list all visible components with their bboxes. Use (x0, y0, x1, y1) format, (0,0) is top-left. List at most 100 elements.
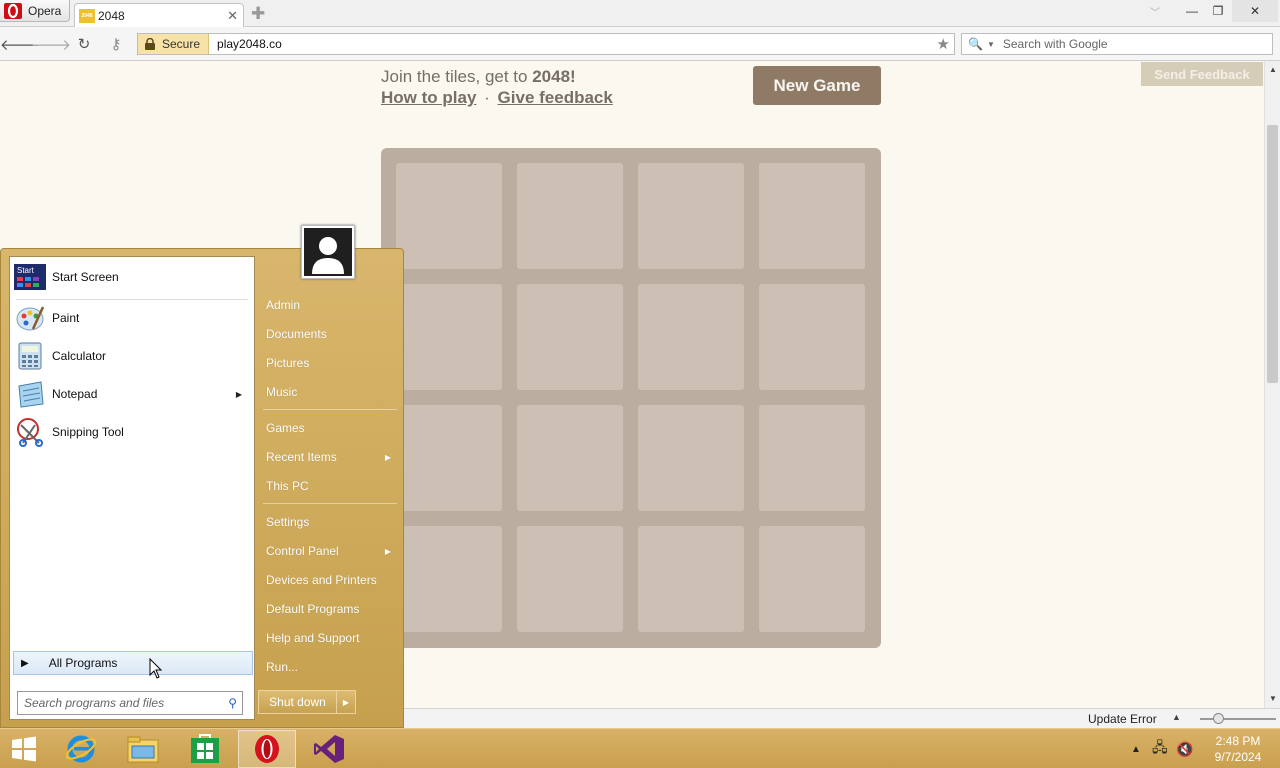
windows-start-button[interactable] (0, 730, 48, 768)
web-search-placeholder: Search with Google (1002, 37, 1108, 51)
start-item-documents[interactable]: Documents (259, 322, 399, 346)
pinned-notepad[interactable]: Notepad ▶ (14, 376, 250, 412)
opera-menu-button[interactable]: Opera (0, 0, 70, 22)
url-field[interactable]: Secure play2048.co ★ (137, 33, 955, 55)
new-game-button[interactable]: New Game (753, 66, 881, 105)
restore-icon[interactable]: ❐ (1206, 0, 1230, 22)
opera-menu-label: Opera (28, 3, 62, 18)
shutdown-button-group: Shut down ▶ (258, 690, 356, 714)
network-icon[interactable]: 🖧 (1152, 729, 1168, 768)
volume-muted-icon[interactable]: 🔇 (1176, 729, 1193, 768)
start-item-this-pc[interactable]: This PC (259, 474, 399, 498)
search-icon: 🔍 (968, 37, 983, 51)
back-arrow-icon[interactable]: 🡐 (0, 34, 40, 54)
start-search-input[interactable]: Search programs and files ⚲ (17, 691, 243, 715)
start-item-label: Default Programs (266, 602, 360, 616)
update-error-status[interactable]: Update Error (1088, 712, 1157, 726)
web-search-input[interactable]: 🔍 ▼ Search with Google (961, 33, 1273, 55)
search-icon[interactable]: ⚲ (228, 696, 237, 710)
taskbar-opera[interactable] (238, 730, 296, 768)
send-feedback-button[interactable]: Send Feedback (1141, 62, 1263, 86)
link-separator: · (484, 88, 490, 107)
grid-cell (517, 163, 623, 269)
grid-cell (759, 284, 865, 390)
all-programs-button[interactable]: ▶ All Programs (13, 651, 253, 675)
secure-badge[interactable]: Secure (138, 34, 210, 54)
start-item-settings[interactable]: Settings (259, 510, 399, 534)
start-screen-icon: Start (14, 261, 46, 293)
pinned-snipping-tool[interactable]: Snipping Tool (14, 414, 250, 450)
zoom-slider-knob[interactable] (1213, 713, 1224, 724)
forward-arrow-icon[interactable]: 🡒 (31, 34, 71, 54)
pinned-paint[interactable]: Paint (14, 300, 250, 336)
reload-icon[interactable]: ↻ (73, 34, 95, 54)
grid-cell (638, 163, 744, 269)
start-item-music[interactable]: Music (259, 380, 399, 404)
start-right-divider (263, 503, 397, 504)
start-item-default-programs[interactable]: Default Programs (259, 597, 399, 621)
browser-title-bar: Opera 2048 2048 ✕ ✚ ﹀ — ❐ ✕ (0, 0, 1280, 27)
submenu-arrow-icon: ▶ (384, 546, 391, 556)
pinned-start-screen[interactable]: Start Start Screen (14, 259, 250, 295)
grid-cell (759, 405, 865, 511)
start-item-label: Music (266, 385, 298, 399)
pinned-label: Paint (52, 311, 80, 325)
search-engine-dropdown-icon[interactable]: ▼ (987, 40, 995, 49)
taskbar-store[interactable] (176, 730, 234, 768)
grid-cell (638, 284, 744, 390)
start-item-label: Games (266, 421, 305, 435)
submenu-arrow-icon[interactable]: ▶ (236, 390, 242, 399)
scroll-up-icon[interactable]: ▲ (1265, 61, 1280, 77)
start-right-divider (263, 409, 397, 410)
store-icon (191, 734, 219, 763)
start-item-label: Recent Items (266, 450, 337, 464)
start-item-help-support[interactable]: Help and Support (259, 626, 399, 650)
start-item-label: Help and Support (266, 631, 360, 645)
grid-cell (396, 405, 502, 511)
taskbar-internet-explorer[interactable] (52, 730, 110, 768)
give-feedback-link[interactable]: Give feedback (498, 88, 613, 107)
scrollbar-thumb[interactable] (1267, 125, 1278, 383)
start-item-recent-items[interactable]: Recent Items ▶ (259, 445, 399, 469)
start-item-admin[interactable]: Admin (259, 293, 399, 317)
start-item-label: Pictures (266, 356, 310, 370)
new-tab-icon[interactable]: ✚ (251, 4, 265, 24)
start-item-label: Control Panel (266, 544, 339, 558)
start-item-label: Run... (266, 660, 299, 674)
minimize-icon[interactable]: — (1180, 0, 1204, 22)
file-explorer-icon (127, 736, 159, 763)
taskbar-clock[interactable]: 2:48 PM 9/7/2024 (1206, 733, 1270, 765)
start-item-control-panel[interactable]: Control Panel ▶ (259, 539, 399, 563)
opera-logo-icon (4, 2, 22, 19)
start-item-devices-printers[interactable]: Devices and Printers (259, 568, 399, 592)
shutdown-button[interactable]: Shut down (259, 691, 337, 713)
pinned-calculator[interactable]: Calculator (14, 338, 250, 374)
taskbar-visual-studio[interactable] (300, 730, 358, 768)
tab-list-chevron-icon[interactable]: ﹀ (1146, 0, 1164, 22)
how-to-play-link[interactable]: How to play (381, 88, 476, 107)
page-scrollbar[interactable]: ▲ ▼ (1264, 61, 1280, 708)
close-window-icon[interactable]: ✕ (1232, 0, 1278, 22)
bookmark-star-icon[interactable]: ★ (937, 35, 950, 53)
game-board[interactable] (381, 148, 881, 648)
zoom-slider[interactable] (1200, 718, 1276, 720)
taskbar-file-explorer[interactable] (114, 730, 172, 768)
zoom-caret-icon[interactable]: ▲ (1172, 712, 1181, 722)
tab-2048[interactable]: 2048 2048 ✕ (74, 3, 244, 27)
start-item-games[interactable]: Games (259, 416, 399, 440)
tab-close-icon[interactable]: ✕ (227, 8, 238, 24)
notepad-icon (14, 378, 46, 410)
user-avatar[interactable] (301, 225, 355, 279)
start-item-run[interactable]: Run... (259, 655, 399, 679)
start-item-pictures[interactable]: Pictures (259, 351, 399, 375)
pinned-label: Notepad (52, 387, 98, 401)
key-icon[interactable]: ⚷ (105, 34, 127, 54)
start-screen-badge: Start (17, 266, 35, 275)
start-item-label: Devices and Printers (266, 573, 377, 587)
shutdown-options-arrow-icon[interactable]: ▶ (337, 698, 355, 707)
scroll-down-icon[interactable]: ▼ (1265, 690, 1280, 706)
all-programs-arrow-icon: ▶ (21, 657, 29, 669)
lock-icon (145, 38, 155, 50)
show-hidden-icons-icon[interactable]: ▲ (1131, 729, 1141, 768)
pinned-label: Snipping Tool (52, 425, 124, 439)
